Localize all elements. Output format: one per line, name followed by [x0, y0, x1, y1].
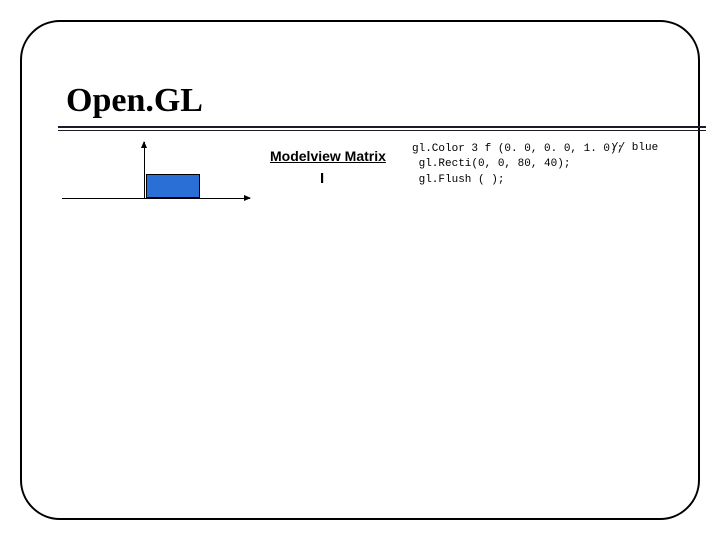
code-comment-1: // blue: [612, 142, 658, 154]
x-axis-arrow-icon: [62, 198, 250, 199]
slide-frame: Open.GL Modelview Matrix I gl.Color 3 f …: [20, 20, 700, 520]
code-line-3: gl.Flush ( );: [412, 173, 623, 188]
coordinate-diagram: [62, 140, 252, 210]
title-underline: [58, 126, 706, 134]
y-axis-arrow-icon: [144, 142, 145, 198]
modelview-heading: Modelview Matrix: [270, 148, 386, 164]
blue-rectangle: [146, 174, 200, 198]
slide-title: Open.GL: [66, 82, 203, 120]
code-line-1: gl.Color 3 f (0. 0, 0. 0, 1. 0);: [412, 142, 623, 157]
code-block: gl.Color 3 f (0. 0, 0. 0, 1. 0); gl.Rect…: [412, 142, 623, 188]
code-line-2: gl.Recti(0, 0, 80, 40);: [412, 157, 623, 172]
modelview-identity: I: [320, 170, 324, 187]
